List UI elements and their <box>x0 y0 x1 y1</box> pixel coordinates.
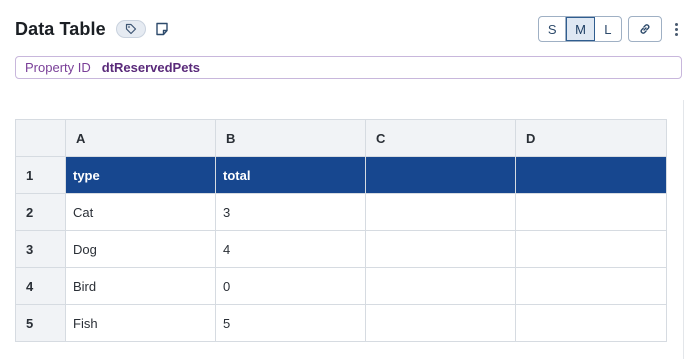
table-cell[interactable]: 3 <box>215 193 366 231</box>
column-header-c[interactable]: C <box>365 119 516 157</box>
table-cell[interactable]: total <box>215 156 366 194</box>
size-m-button[interactable]: M <box>566 17 595 41</box>
table-cell[interactable]: Dog <box>65 230 216 268</box>
data-table-panel: Data Table S M L Property ID dtReservedP… <box>0 0 697 359</box>
column-header-d[interactable]: D <box>515 119 667 157</box>
table-cell[interactable]: type <box>65 156 216 194</box>
column-header-a[interactable]: A <box>65 119 216 157</box>
row-number[interactable]: 4 <box>15 267 66 305</box>
table-row: 5 Fish 5 <box>15 304 667 342</box>
table-cell[interactable] <box>365 267 516 305</box>
row-number[interactable]: 3 <box>15 230 66 268</box>
size-toggle: S M L <box>538 16 622 42</box>
property-id-value: dtReservedPets <box>101 60 201 75</box>
table-cell[interactable] <box>515 230 667 268</box>
table-cell[interactable] <box>365 193 516 231</box>
corner-cell[interactable] <box>15 119 66 157</box>
table-row: 3 Dog 4 <box>15 230 667 268</box>
scrollbar-track[interactable] <box>683 100 684 359</box>
table-row: 1 type total <box>15 156 667 194</box>
property-id-field[interactable]: Property ID dtReservedPets <box>15 56 682 79</box>
table-cell[interactable]: 0 <box>215 267 366 305</box>
column-header-row: A B C D <box>15 119 667 157</box>
more-options-button[interactable] <box>670 16 682 42</box>
size-s-button[interactable]: S <box>539 17 567 41</box>
tag-icon <box>125 23 136 35</box>
table-cell[interactable]: 5 <box>215 304 366 342</box>
row-number[interactable]: 5 <box>15 304 66 342</box>
column-header-b[interactable]: B <box>215 119 366 157</box>
table-cell[interactable] <box>515 156 667 194</box>
table-cell[interactable]: Fish <box>65 304 216 342</box>
table-cell[interactable] <box>515 267 667 305</box>
row-number[interactable]: 1 <box>15 156 66 194</box>
note-button[interactable] <box>154 21 170 37</box>
table-cell[interactable]: Bird <box>65 267 216 305</box>
table-cell[interactable] <box>515 304 667 342</box>
row-number[interactable]: 2 <box>15 193 66 231</box>
table-cell[interactable] <box>365 304 516 342</box>
table-cell[interactable] <box>365 230 516 268</box>
tag-button[interactable] <box>115 20 146 38</box>
table-cell[interactable] <box>515 193 667 231</box>
size-l-button[interactable]: L <box>595 17 621 41</box>
table-row: 4 Bird 0 <box>15 267 667 305</box>
table-cell[interactable]: Cat <box>65 193 216 231</box>
link-icon <box>640 24 650 34</box>
more-vertical-icon <box>674 22 678 26</box>
table-row: 2 Cat 3 <box>15 193 667 231</box>
note-icon <box>156 22 168 36</box>
link-button[interactable] <box>628 16 662 42</box>
data-grid: A B C D 1 type total 2 Cat 3 3 Dog 4 4 B… <box>15 119 667 342</box>
property-id-label: Property ID <box>25 60 91 75</box>
table-cell[interactable]: 4 <box>215 230 366 268</box>
table-cell[interactable] <box>365 156 516 194</box>
page-title: Data Table <box>15 18 106 39</box>
